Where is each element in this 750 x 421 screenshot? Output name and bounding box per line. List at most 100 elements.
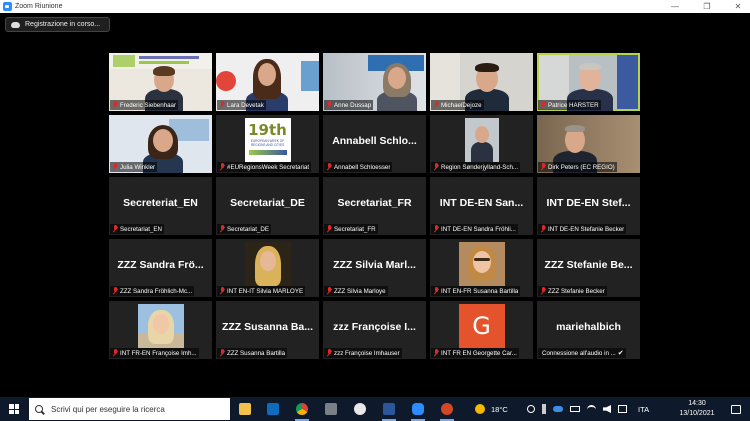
participant-tile[interactable]: Secretariat_FR Secretariat_FR <box>323 177 426 235</box>
word-icon[interactable] <box>381 401 397 421</box>
participant-tile[interactable]: Lara Devetak <box>216 53 319 111</box>
system-tray-icons <box>527 397 635 421</box>
participant-tile[interactable]: mariehalbich Connessione all'audio in ..… <box>537 301 640 359</box>
participant-tile[interactable]: G INT FR EN Georgette Car... <box>430 301 533 359</box>
participant-tile[interactable]: Julia Winkler <box>109 115 212 173</box>
participant-tile[interactable]: INT DE-EN San... INT DE-EN Sandra Fröhli… <box>430 177 533 235</box>
language-label: ITA <box>638 404 650 414</box>
participant-tile[interactable]: INT EN-FR Susanna Bartilla <box>430 239 533 297</box>
participant-name: Secretariat_DE <box>227 225 269 233</box>
close-button[interactable]: ✕ <box>727 0 749 13</box>
participant-name: ZZZ Susanna Bartilla <box>227 349 286 357</box>
weather-widget[interactable]: 18°C <box>475 397 508 421</box>
file-explorer-icon[interactable] <box>237 401 253 417</box>
mic-muted-icon <box>433 225 439 233</box>
participant-name-bar: INT FR EN Georgette Car... <box>431 348 519 358</box>
participant-name: Secretariat_EN <box>120 225 162 233</box>
participant-tile[interactable]: Frederic Siebenhaar <box>109 53 212 111</box>
participant-name-bar: INT EN-FR Susanna Bartilla <box>431 286 521 296</box>
participant-name: MichaelDejoze <box>441 101 482 109</box>
event-logo: 19th EUROPEAN WEEK OF REGIONS AND CITIES <box>244 118 291 162</box>
participant-name: Secretariat_FR <box>334 225 376 233</box>
participant-name-bar: Lara Devetak <box>217 100 266 110</box>
notifications-icon[interactable] <box>731 397 741 421</box>
participant-name: ZZZ Silvia Marloye <box>334 287 386 295</box>
participant-display-name: Annabell Schlo... <box>332 135 417 147</box>
participant-name: #EURegionsWeek Secretariat <box>227 163 310 171</box>
participant-profile-photo <box>458 242 505 286</box>
volume-icon[interactable] <box>603 405 611 413</box>
participant-name-bar: Dirk Peters (EC REGIO) <box>538 162 617 172</box>
battery-icon[interactable] <box>570 406 580 412</box>
restore-button[interactable]: ❐ <box>696 0 718 13</box>
participant-tile-active-speaker[interactable]: Patrice HARSTER <box>537 53 640 111</box>
windows-start-icon[interactable] <box>9 404 19 414</box>
participant-tile[interactable]: Secreteriat_EN Secretariat_EN <box>109 177 212 235</box>
participant-name-bar: Frederic Siebenhaar <box>110 100 179 110</box>
participant-name-bar: ZZZ Stefanie Becker <box>538 286 607 296</box>
participant-tile[interactable]: INT FR-EN Françoise Imh... <box>109 301 212 359</box>
participant-tile[interactable]: Annabell Schlo... Annabell Schloesser <box>323 115 426 173</box>
participant-tile[interactable]: zzz Françoise I... zzz Françoise Imhause… <box>323 301 426 359</box>
participant-name: INT DE-EN Sandra Fröhli... <box>441 225 516 233</box>
outlook-icon[interactable] <box>265 401 281 417</box>
participant-tile[interactable]: Region Sønderjylland-Sch... <box>430 115 533 173</box>
mic-muted-icon <box>540 225 546 233</box>
participant-name: INT EN-IT Silvia MARLOYE <box>227 287 304 295</box>
minimize-button[interactable]: — <box>664 0 686 13</box>
mic-muted-icon <box>112 101 118 109</box>
mic-muted-icon <box>326 101 332 109</box>
participant-tile[interactable]: 19th EUROPEAN WEEK OF REGIONS AND CITIES… <box>216 115 319 173</box>
mic-muted-icon <box>433 287 439 295</box>
participant-name: Dirk Peters (EC REGIO) <box>548 163 615 171</box>
participant-tile[interactable]: Anne Dussap <box>323 53 426 111</box>
usb-icon[interactable] <box>542 404 546 414</box>
mic-muted-icon <box>326 163 332 171</box>
participant-display-name: Secretariat_DE <box>230 197 305 209</box>
people-icon[interactable] <box>527 405 535 413</box>
calculator-icon[interactable] <box>323 401 339 417</box>
participant-name-bar: Region Sønderjylland-Sch... <box>431 162 521 172</box>
participant-name: INT FR-EN Françoise Imh... <box>120 349 197 357</box>
participant-name: ZZZ Sandra Fröhlich-Mc... <box>120 287 193 295</box>
mic-muted-icon <box>326 349 332 357</box>
participant-name: Patrice HARSTER <box>548 101 599 109</box>
participant-name: Lara Devetak <box>227 101 264 109</box>
zoom-icon[interactable] <box>410 401 426 421</box>
participant-tile[interactable]: ZZZ Sandra Frö... ZZZ Sandra Fröhlich-Mc… <box>109 239 212 297</box>
mic-muted-icon <box>540 163 546 171</box>
participant-profile-photo <box>137 304 184 348</box>
participant-tile[interactable]: ZZZ Silvia Marl... ZZZ Silvia Marloye <box>323 239 426 297</box>
taskbar-clock[interactable]: 14:30 13/10/2021 <box>668 399 726 419</box>
mic-muted-icon <box>219 287 225 295</box>
network-icon[interactable] <box>618 405 627 413</box>
zoom-app-icon <box>3 2 12 11</box>
participant-name: Region Sønderjylland-Sch... <box>441 163 519 171</box>
participant-name-bar: ZZZ Susanna Bartilla <box>217 348 288 358</box>
mic-muted-icon <box>326 287 332 295</box>
powerpoint-icon[interactable] <box>439 401 455 421</box>
participant-name-bar: Connessione all'audio in ... ✔ <box>538 348 626 358</box>
language-indicator[interactable]: ITA <box>638 397 649 421</box>
chrome-icon[interactable] <box>294 401 310 421</box>
recording-indicator[interactable]: Registrazione in corso... <box>5 17 110 32</box>
participant-name: INT DE-EN Stefanie Becker <box>548 225 625 233</box>
participant-tile[interactable]: INT EN-IT Silvia MARLOYE <box>216 239 319 297</box>
participant-name: zzz Françoise Imhauser <box>334 349 400 357</box>
participant-name-bar: ZZZ Sandra Fröhlich-Mc... <box>110 286 195 296</box>
participant-tile[interactable]: Secretariat_DE Secretariat_DE <box>216 177 319 235</box>
paint-icon[interactable] <box>352 401 368 417</box>
search-placeholder: Scrivi qui per eseguire la ricerca <box>51 404 165 414</box>
wifi-icon[interactable] <box>587 404 596 414</box>
cloud-icon <box>11 21 20 28</box>
mic-muted-icon <box>112 163 118 171</box>
participant-tile[interactable]: Dirk Peters (EC REGIO) <box>537 115 640 173</box>
participant-tile[interactable]: ZZZ Stefanie Be... ZZZ Stefanie Becker <box>537 239 640 297</box>
taskbar-search-box[interactable]: Scrivi qui per eseguire la ricerca <box>29 398 230 420</box>
taskbar: Scrivi qui per eseguire la ricerca 18°C … <box>0 397 750 421</box>
weather-temperature: 18°C <box>491 404 508 414</box>
onedrive-icon[interactable] <box>553 406 563 412</box>
participant-tile[interactable]: MichaelDejoze <box>430 53 533 111</box>
participant-tile[interactable]: INT DE-EN Stef... INT DE-EN Stefanie Bec… <box>537 177 640 235</box>
participant-tile[interactable]: ZZZ Susanna Ba... ZZZ Susanna Bartilla <box>216 301 319 359</box>
